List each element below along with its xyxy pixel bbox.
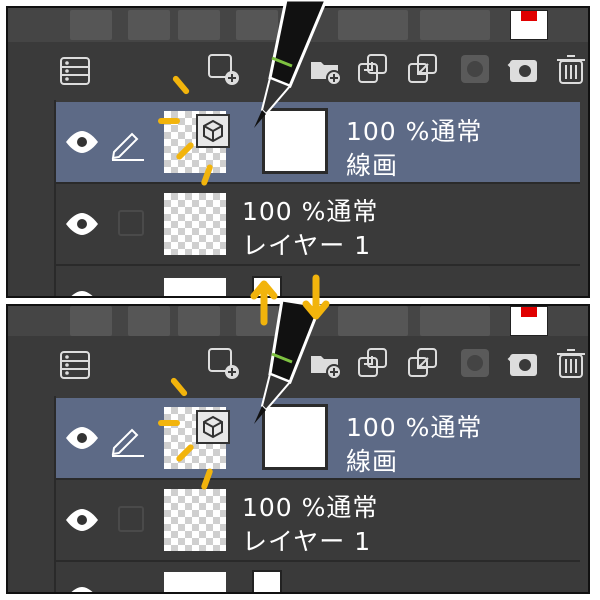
mask-dropdown[interactable] xyxy=(420,10,490,40)
layer-thumbnail xyxy=(164,193,226,255)
trash-icon[interactable] xyxy=(554,52,588,86)
color-swatch[interactable] xyxy=(510,306,548,336)
mask-selection-icon[interactable] xyxy=(506,52,540,86)
clip-dropdown[interactable] xyxy=(338,10,408,40)
mask-icon[interactable] xyxy=(458,52,492,86)
transfer-to-lower-layer-icon[interactable] xyxy=(356,52,390,86)
layer-name: 線画 xyxy=(346,151,399,180)
lock-checkbox[interactable] xyxy=(106,184,150,264)
layer-panel-before: 100 %通常 線画 100 %通常 レイヤー 1 xyxy=(6,6,590,298)
color-swatch[interactable] xyxy=(510,10,548,40)
3d-cube-icon[interactable] xyxy=(196,410,230,444)
layer-name: 線画 xyxy=(346,447,399,476)
combine-with-layer-below-icon[interactable] xyxy=(406,346,440,380)
layer-name: レイヤー 1 xyxy=(242,231,372,260)
lock-checkbox[interactable] xyxy=(106,480,150,560)
layer-opacity-blend: 100 %通常 xyxy=(346,413,483,442)
eye-icon[interactable] xyxy=(60,266,104,298)
transfer-to-lower-layer-icon[interactable] xyxy=(356,346,390,380)
layer-row-lineart[interactable]: 100 %通常 線画 xyxy=(56,102,580,184)
new-raster-layer-icon[interactable] xyxy=(206,52,240,86)
eye-icon[interactable] xyxy=(60,480,104,560)
layer-row-lineart[interactable]: 100 %通常 線画 xyxy=(56,398,580,480)
layer-thumbnail xyxy=(164,278,226,296)
eye-icon[interactable] xyxy=(60,102,104,182)
pencil-icon[interactable] xyxy=(106,102,150,182)
layer-row-layer1[interactable]: 100 %通常 レイヤー 1 xyxy=(56,184,580,266)
layer-color-button[interactable] xyxy=(70,10,112,40)
clip-dropdown[interactable] xyxy=(338,306,408,336)
lock-button[interactable] xyxy=(236,10,278,40)
layer-property-icon[interactable] xyxy=(58,54,92,88)
pencil-icon[interactable] xyxy=(106,398,150,478)
3d-cube-icon[interactable] xyxy=(196,114,230,148)
layer-color-button[interactable] xyxy=(70,306,112,336)
layer-row-partial xyxy=(56,562,580,594)
layer-name: レイヤー 1 xyxy=(242,527,372,556)
trash-icon[interactable] xyxy=(554,346,588,380)
mask-icon[interactable] xyxy=(458,346,492,380)
layer-panel-after: 100 %通常 線画 100 %通常 レイヤー 1 xyxy=(6,304,590,594)
eye-icon[interactable] xyxy=(60,562,104,594)
layer-mask-thumbnail xyxy=(262,108,328,174)
layer-row-layer1[interactable]: 100 %通常 レイヤー 1 xyxy=(56,480,580,562)
layer-opacity-blend: 100 %通常 xyxy=(242,493,379,522)
reference-layer-button[interactable] xyxy=(128,10,170,40)
new-folder-icon[interactable] xyxy=(308,52,342,86)
new-raster-layer-icon[interactable] xyxy=(206,346,240,380)
draft-layer-button[interactable] xyxy=(178,306,220,336)
layer-property-icon[interactable] xyxy=(58,348,92,382)
reference-layer-button[interactable] xyxy=(128,306,170,336)
layer-mask-thumbnail xyxy=(262,404,328,470)
eye-icon[interactable] xyxy=(60,184,104,264)
mask-dropdown[interactable] xyxy=(420,306,490,336)
eye-icon[interactable] xyxy=(60,398,104,478)
mask-selection-icon[interactable] xyxy=(506,346,540,380)
layer-opacity-blend: 100 %通常 xyxy=(242,197,379,226)
combine-with-layer-below-icon[interactable] xyxy=(406,52,440,86)
new-folder-icon[interactable] xyxy=(308,346,342,380)
layer-thumbnail xyxy=(164,572,226,592)
layer-mask-thumbnail xyxy=(252,570,282,592)
layer-opacity-blend: 100 %通常 xyxy=(346,117,483,146)
draft-layer-button[interactable] xyxy=(178,10,220,40)
toolbar-top-row xyxy=(8,8,588,42)
down-arrow-icon xyxy=(302,274,330,320)
layer-thumbnail xyxy=(164,489,226,551)
